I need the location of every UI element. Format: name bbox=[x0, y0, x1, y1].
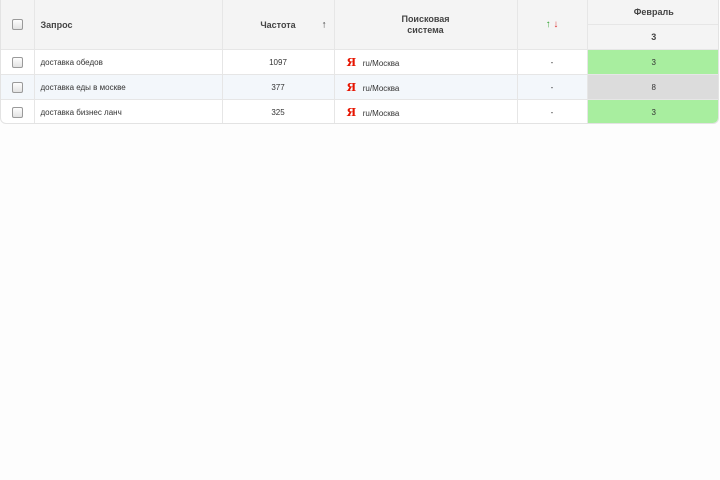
row-checkbox[interactable] bbox=[11, 106, 23, 118]
column-header-search-engine[interactable]: Поисковая система bbox=[334, 0, 518, 50]
query-cell: доставка бизнес ланч bbox=[34, 99, 223, 123]
change-cell: - bbox=[517, 74, 588, 100]
region-label: ru/Москва bbox=[362, 58, 400, 68]
region-label: ru/Москва bbox=[362, 83, 400, 93]
row-checkbox-cell bbox=[1, 49, 35, 75]
column-header-change[interactable]: ↑ ↓ bbox=[517, 0, 588, 50]
row-checkbox[interactable] bbox=[11, 56, 23, 68]
table-row: доставка обедов 1097 Я ru/Москва - 3 bbox=[1, 49, 718, 75]
position-cell: 8 bbox=[587, 74, 718, 100]
positions-table-panel: Запрос Частота ↑ Поисковая система ↑ ↓ Ф… bbox=[0, 0, 719, 124]
column-header-month[interactable]: Февраль bbox=[587, 0, 718, 25]
query-cell: доставка еды в москве bbox=[34, 74, 223, 100]
change-cell: - bbox=[517, 99, 588, 123]
search-engine-cell: Я ru/Москва bbox=[334, 74, 518, 100]
table-row: доставка бизнес ланч 325 Я ru/Москва - 3 bbox=[1, 99, 718, 123]
row-checkbox-cell bbox=[1, 99, 35, 123]
search-engine-label-line1: Поисковая bbox=[401, 13, 450, 24]
frequency-cell: 325 bbox=[222, 99, 335, 123]
column-header-month-position: 3 bbox=[587, 24, 718, 50]
arrow-up-icon: ↑ bbox=[545, 19, 551, 30]
sort-ascending-icon[interactable]: ↑ bbox=[322, 19, 327, 30]
arrow-down-icon: ↓ bbox=[553, 19, 559, 30]
search-engine-label-line2: система bbox=[407, 24, 444, 35]
position-cell: 3 bbox=[587, 49, 718, 75]
query-cell: доставка обедов bbox=[34, 49, 223, 75]
region-label: ru/Москва bbox=[362, 108, 400, 118]
column-header-query[interactable]: Запрос bbox=[34, 0, 223, 50]
change-cell: - bbox=[517, 49, 588, 75]
column-header-frequency[interactable]: Частота ↑ bbox=[222, 0, 335, 50]
yandex-icon: Я bbox=[346, 105, 357, 119]
frequency-cell: 377 bbox=[222, 74, 335, 100]
table-row: доставка еды в москве 377 Я ru/Москва - … bbox=[1, 74, 718, 100]
search-engine-cell: Я ru/Москва bbox=[334, 49, 518, 75]
position-cell: 3 bbox=[587, 99, 718, 123]
search-engine-cell: Я ru/Москва bbox=[334, 99, 518, 123]
select-all-cell bbox=[1, 0, 35, 50]
yandex-icon: Я bbox=[346, 55, 357, 69]
frequency-cell: 1097 bbox=[222, 49, 335, 75]
row-checkbox[interactable] bbox=[11, 81, 23, 93]
row-checkbox-cell bbox=[1, 74, 35, 100]
positions-table: Запрос Частота ↑ Поисковая система ↑ ↓ Ф… bbox=[1, 0, 718, 123]
select-all-checkbox[interactable] bbox=[11, 19, 23, 31]
frequency-label: Частота bbox=[260, 19, 296, 30]
yandex-icon: Я bbox=[346, 80, 357, 94]
